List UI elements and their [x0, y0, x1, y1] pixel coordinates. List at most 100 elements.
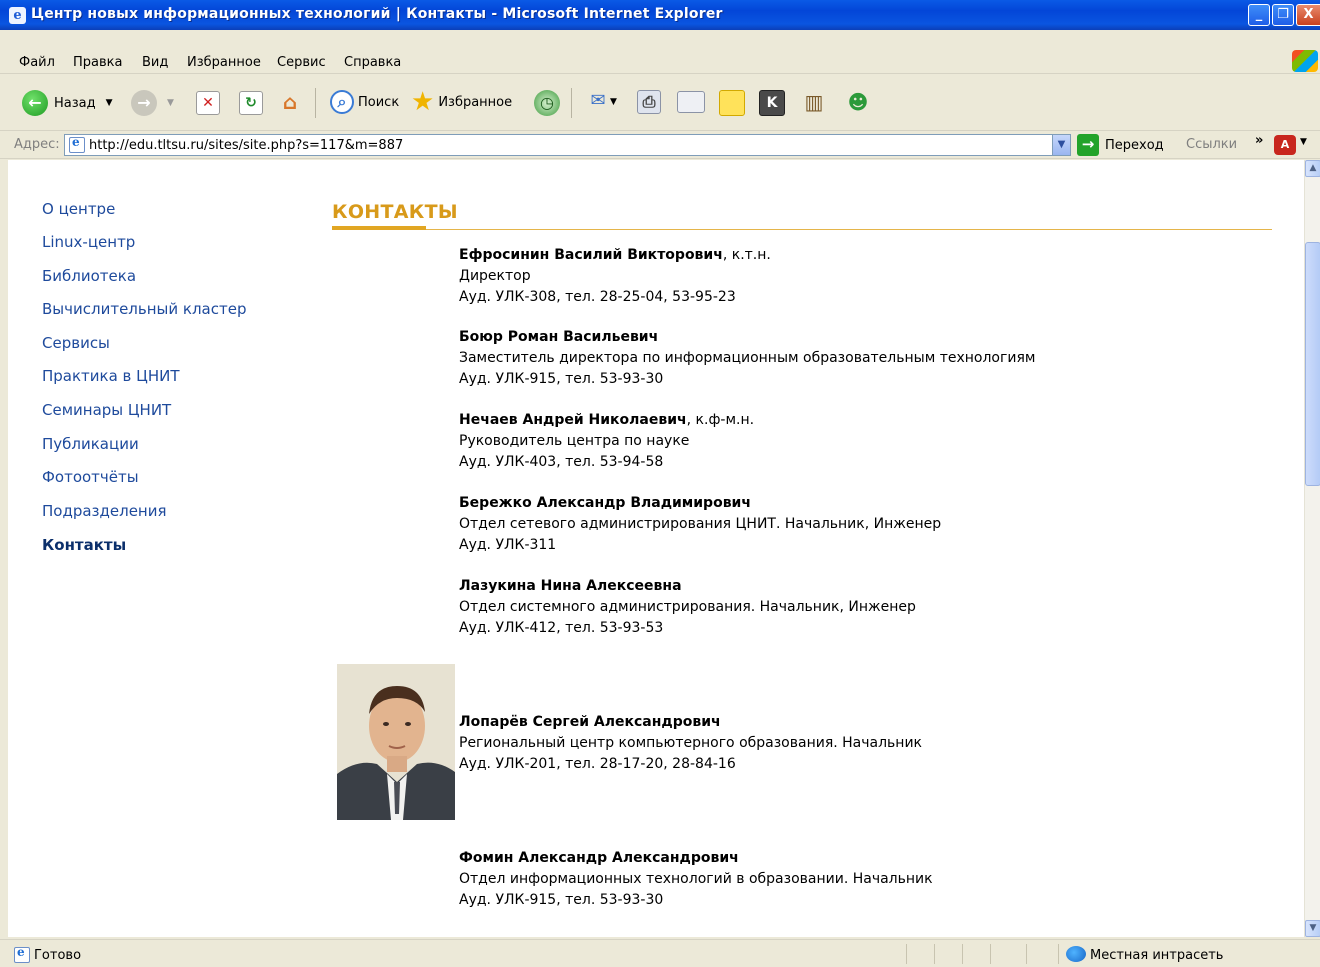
contact-position: Отдел системного администрирования. Нача…	[459, 599, 916, 615]
home-icon: ⌂	[282, 90, 298, 114]
print-icon: ⎙	[637, 90, 661, 114]
contact-name: Ефросинин Василий Викторович	[459, 247, 723, 263]
nav-item-practice[interactable]: Практика в ЦНИТ	[42, 367, 179, 385]
research-button[interactable]: ▥	[800, 89, 828, 117]
toolbar-separator	[315, 88, 316, 118]
history-button[interactable]: ◷	[534, 90, 560, 116]
vertical-scrollbar[interactable]: ▲ ▼	[1304, 160, 1320, 937]
nav-item-cluster[interactable]: Вычислительный кластер	[42, 300, 246, 318]
refresh-button[interactable]: ↻	[239, 91, 263, 115]
address-bar: Адрес: http://edu.tltsu.ru/sites/site.ph…	[0, 131, 1320, 159]
title-accent-bar	[332, 226, 426, 230]
menu-file[interactable]: Файл	[19, 55, 55, 70]
page-icon	[69, 135, 85, 153]
scroll-down-icon[interactable]: ▼	[1305, 920, 1320, 937]
contact-entry: Лопарёв Сергей Александрович Региональны…	[459, 712, 922, 775]
mail-button[interactable]: ✉ ▼	[586, 90, 617, 114]
portrait-image	[337, 664, 455, 820]
menu-spacer	[0, 30, 1320, 49]
contact-office: Ауд. УЛК-412, тел. 53-93-53	[459, 620, 664, 636]
search-label: Поиск	[358, 94, 400, 110]
contact-name: Нечаев Андрей Николаевич	[459, 412, 687, 428]
k-icon: K	[759, 90, 785, 116]
contact-entry: Нечаев Андрей Николаевич, к.ф-м.н. Руков…	[459, 410, 754, 473]
k-button[interactable]: K	[759, 90, 785, 116]
mail-icon: ✉	[590, 90, 606, 111]
forward-arrow-icon: →	[131, 90, 157, 116]
messenger-button[interactable]: ☻	[843, 89, 873, 117]
status-divider	[1058, 944, 1059, 964]
menu-edit[interactable]: Правка	[73, 55, 122, 70]
status-divider	[906, 944, 907, 964]
stop-icon: ✕	[196, 91, 220, 115]
status-text: Готово	[34, 948, 82, 963]
links-button[interactable]: Ссылки	[1186, 137, 1237, 152]
ie-icon: e	[9, 7, 26, 24]
address-input[interactable]: http://edu.tltsu.ru/sites/site.php?s=117…	[64, 134, 1071, 156]
contact-name: Бережко Александр Владимирович	[459, 495, 751, 511]
nav-item-about[interactable]: О центре	[42, 200, 115, 218]
contact-degree: , к.т.н.	[722, 247, 771, 263]
status-divider	[1026, 944, 1027, 964]
stop-button[interactable]: ✕	[196, 91, 220, 115]
contact-position: Региональный центр компьютерного образов…	[459, 735, 923, 751]
scroll-up-icon[interactable]: ▲	[1305, 160, 1320, 177]
minimize-button[interactable]: _	[1248, 4, 1270, 26]
contact-position: Директор	[459, 268, 531, 284]
page-status-icon	[14, 945, 30, 963]
print-button[interactable]: ⎙	[637, 90, 661, 114]
search-icon: ⌕	[330, 90, 354, 114]
maximize-button[interactable]: ❐	[1272, 4, 1294, 26]
acrobat-icon[interactable]: A	[1274, 135, 1296, 155]
status-divider	[934, 944, 935, 964]
address-url[interactable]: http://edu.tltsu.ru/sites/site.php?s=117…	[89, 138, 403, 153]
contact-entry: Боюр Роман Васильевич Заместитель директ…	[459, 327, 1035, 390]
back-dropdown-icon: ▼	[105, 98, 113, 108]
forward-button[interactable]: → ▼	[131, 90, 174, 116]
close-button[interactable]: X	[1296, 4, 1320, 26]
menu-bar: Файл Правка Вид Избранное Сервис Справка	[0, 49, 1320, 74]
mail-dropdown-icon: ▼	[610, 97, 617, 107]
title-divider	[332, 229, 1272, 230]
security-zone: Местная интрасеть	[1090, 948, 1224, 963]
back-button[interactable]: ← Назад ▼	[22, 90, 113, 116]
home-button[interactable]: ⌂	[276, 89, 304, 117]
contact-office: Ауд. УЛК-311	[459, 537, 557, 553]
menu-view[interactable]: Вид	[142, 55, 168, 70]
window-title: Центр новых информационных технологий | …	[31, 6, 723, 22]
nav-item-contacts[interactable]: Контакты	[42, 536, 126, 554]
contact-entry: Ефросинин Василий Викторович, к.т.н. Дир…	[459, 245, 771, 308]
contact-office: Ауд. УЛК-201, тел. 28-17-20, 28-84-16	[459, 756, 736, 772]
favorites-button[interactable]: ★ Избранное	[411, 89, 512, 115]
window-title-bar: e Центр новых информационных технологий …	[0, 0, 1320, 30]
nav-item-publications[interactable]: Публикации	[42, 435, 139, 453]
menu-help[interactable]: Справка	[344, 55, 401, 70]
contact-name: Фомин Александр Александрович	[459, 850, 739, 866]
edit-button[interactable]	[677, 91, 705, 113]
chevron-right-icon[interactable]: »	[1255, 133, 1263, 148]
status-divider	[990, 944, 991, 964]
go-button[interactable]: → Переход	[1077, 134, 1164, 156]
go-label: Переход	[1105, 137, 1164, 153]
address-dropdown-icon[interactable]: ▼	[1052, 134, 1071, 156]
nav-item-library[interactable]: Библиотека	[42, 267, 136, 285]
notes-button[interactable]	[719, 90, 745, 116]
menu-favorites[interactable]: Избранное	[187, 55, 261, 70]
acrobat-dropdown-icon[interactable]: ▼	[1300, 137, 1307, 147]
menu-tools[interactable]: Сервис	[277, 55, 326, 70]
page-title: КОНТАКТЫ	[332, 201, 458, 223]
contact-entry: Бережко Александр Владимирович Отдел сет…	[459, 493, 941, 556]
nav-item-seminars[interactable]: Семинары ЦНИТ	[42, 401, 171, 419]
search-button[interactable]: ⌕ Поиск	[330, 90, 399, 114]
history-icon: ◷	[534, 90, 560, 116]
nav-item-departments[interactable]: Подразделения	[42, 502, 167, 520]
status-divider	[962, 944, 963, 964]
nav-item-services[interactable]: Сервисы	[42, 334, 110, 352]
contact-entry: Фомин Александр Александрович Отдел инфо…	[459, 848, 933, 911]
refresh-icon: ↻	[239, 91, 263, 115]
nav-item-photo-reports[interactable]: Фотоотчёты	[42, 468, 139, 486]
contact-entry: Лазукина Нина Алексеевна Отдел системног…	[459, 576, 916, 639]
nav-item-linux-center[interactable]: Linux-центр	[42, 233, 135, 251]
scroll-thumb[interactable]	[1305, 242, 1320, 486]
toolbar: ← Назад ▼ → ▼ ✕ ↻ ⌂ ⌕ Поиск ★ Избранное …	[0, 75, 1320, 131]
